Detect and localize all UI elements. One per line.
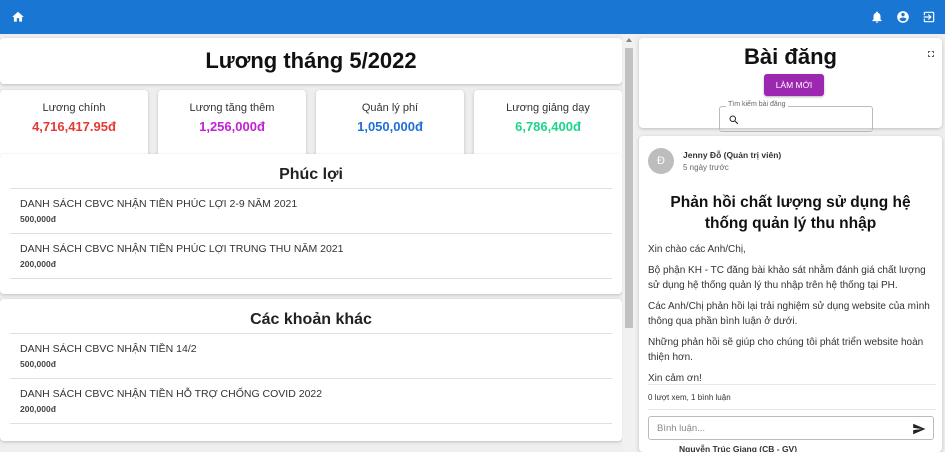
list-item-title: DANH SÁCH CBVC NHẬN TIỀN 14/2 <box>20 343 197 355</box>
scrollbar[interactable] <box>623 34 635 452</box>
list-item-title: DANH SÁCH CBVC NHẬN TIỀN PHÚC LỢI 2-9 NĂ… <box>20 198 298 210</box>
app-bar <box>0 0 945 34</box>
posts-header-card: Bài đăng LÀM MỚI Tìm kiếm bài đăng <box>639 38 942 132</box>
list-item-title: DANH SÁCH CBVC NHẬN TIỀN PHÚC LỢI TRUNG … <box>20 243 344 255</box>
post-paragraph: Các Anh/Chị phản hồi lại trải nghiệm sử … <box>648 301 930 327</box>
post-body: Xin chào các Anh/Chị, Bộ phận KH - TC đă… <box>648 242 936 392</box>
list-item[interactable]: DANH SÁCH CBVC NHẬN TIỀN HỖ TRỢ CHỐNG CO… <box>10 378 612 423</box>
scroll-up-arrow-icon[interactable] <box>626 38 632 42</box>
section-heading: Các khoản khác <box>250 311 372 328</box>
post-card: Đ Jenny Đỗ (Quản trị viên) 5 ngày trước … <box>639 136 942 452</box>
fullscreen-icon[interactable] <box>926 46 938 58</box>
scrollbar-thumb[interactable] <box>625 48 633 328</box>
post-paragraph: Xin chào các Anh/Chị, <box>648 244 746 255</box>
stat-label: Lương giảng dạy <box>506 102 590 114</box>
list-item-amount: 200,000đ <box>20 404 56 414</box>
app-bar-actions <box>869 9 937 25</box>
page-title: Lương tháng 5/2022 <box>205 48 417 73</box>
search-icon <box>728 113 740 125</box>
post-time: 5 ngày trước <box>683 163 729 172</box>
post-author: Jenny Đỗ (Quản trị viên) <box>683 150 782 160</box>
search-input[interactable]: Tìm kiếm bài đăng <box>719 101 873 132</box>
logout-icon[interactable] <box>921 9 937 25</box>
refresh-button[interactable]: LÀM MỚI <box>764 74 824 96</box>
search-label: Tìm kiếm bài đăng <box>726 101 788 108</box>
list-item[interactable]: DANH SÁCH CBVC NHẬN TIỀN PHÚC LỢI 2-9 NĂ… <box>10 188 612 233</box>
bell-icon[interactable] <box>869 9 885 25</box>
comment-placeholder: Bình luận... <box>657 423 706 434</box>
stat-label: Lương tăng thêm <box>189 102 275 114</box>
comment-author: Nguyễn Trúc Giang (CB - GV) <box>679 444 798 452</box>
comment-input[interactable]: Bình luận... <box>648 416 934 440</box>
list-item-amount: 500,000đ <box>20 214 56 224</box>
stat-value: 1,050,000đ <box>357 119 423 134</box>
welfare-section: Phúc lợi DANH SÁCH CBVC NHẬN TIỀN PHÚC L… <box>0 154 622 294</box>
divider <box>10 278 612 279</box>
salary-panel: Lương tháng 5/2022 Lương chính 4,716,417… <box>0 34 622 452</box>
list-item[interactable]: DANH SÁCH CBVC NHẬN TIỀN 14/2 500,000đ <box>10 333 612 378</box>
send-icon[interactable] <box>912 422 926 436</box>
list-item-amount: 500,000đ <box>20 359 56 369</box>
posts-panel: Bài đăng LÀM MỚI Tìm kiếm bài đăng Đ Jen… <box>637 34 945 452</box>
home-icon[interactable] <box>10 9 26 25</box>
divider <box>10 423 612 424</box>
post-title: Phản hồi chất lượng sử dụng hệ thống quả… <box>670 194 911 232</box>
stat-value: 1,256,000đ <box>199 119 265 134</box>
salary-title-card: Lương tháng 5/2022 <box>0 38 622 84</box>
stat-label: Quản lý phí <box>361 102 419 114</box>
avatar: Đ <box>648 148 674 174</box>
other-section: Các khoản khác DANH SÁCH CBVC NHẬN TIỀN … <box>0 299 622 441</box>
list-item[interactable]: DANH SÁCH CBVC NHẬN TIỀN PHÚC LỢI TRUNG … <box>10 233 612 278</box>
posts-heading: Bài đăng <box>744 44 837 69</box>
post-paragraph: Những phản hồi sẽ giúp cho chúng tôi phá… <box>648 337 924 363</box>
stat-value: 6,786,400đ <box>515 119 581 134</box>
list-item-amount: 200,000đ <box>20 259 56 269</box>
section-heading: Phúc lợi <box>279 166 343 183</box>
stat-value: 4,716,417.95đ <box>32 119 116 134</box>
account-circle-icon[interactable] <box>895 9 911 25</box>
post-stats: 0 lượt xem, 1 bình luận <box>648 384 936 410</box>
post-paragraph: Bộ phận KH - TC đăng bài khảo sát nhằm đ… <box>648 265 926 291</box>
stat-label: Lương chính <box>42 102 106 114</box>
list-item-title: DANH SÁCH CBVC NHẬN TIỀN HỖ TRỢ CHỐNG CO… <box>20 388 323 400</box>
